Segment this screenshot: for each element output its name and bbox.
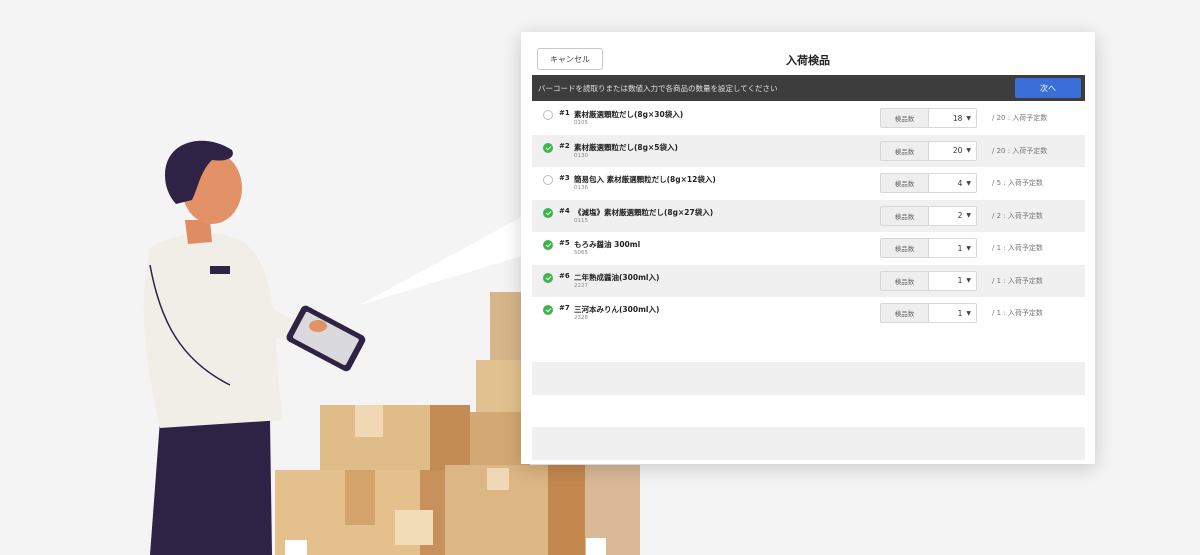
list-item: #7 三河本みりん(300ml入) 2328 検品数 1 ▼ / 1 : 入荷予定… (532, 297, 1085, 330)
page-title: 入荷検品 (786, 54, 830, 67)
list-item: #1 素材厳選顆粒だし(8g×30袋入) 0105 検品数 18 ▼ / 20 :… (532, 102, 1085, 135)
item-name: もろみ醤油 300ml (574, 240, 641, 249)
item-number: #2 (559, 141, 570, 150)
empty-circle-icon (543, 175, 553, 185)
quantity-value: 1 (957, 276, 963, 285)
quantity-select[interactable]: 1 ▼ (929, 303, 977, 323)
quantity-value: 2 (957, 211, 963, 220)
list-item: #4 《減塩》素材厳選顆粒だし(8g×27袋入) 0115 検品数 2 ▼ / 2… (532, 199, 1085, 232)
planned-quantity: / 20 : 入荷予定数 (992, 146, 1048, 155)
panel-header: キャンセル 入荷検品 (521, 32, 1095, 74)
caret-down-icon: ▼ (966, 212, 971, 219)
item-name: 二年熟成醤油(300ml入) (574, 272, 660, 282)
list-item: #6 二年熟成醤油(300ml入) 2227 検品数 1 ▼ / 1 : 入荷予定… (532, 264, 1085, 297)
inspect-count-label: 検品数 (880, 140, 929, 161)
quantity-select[interactable]: 1 ▼ (929, 270, 977, 291)
inspect-count-label: 検品数 (880, 108, 929, 128)
empty-circle-icon (543, 110, 553, 120)
quantity-select[interactable]: 20 ▼ (929, 140, 977, 161)
quantity-value: 1 (957, 308, 963, 318)
quantity-select[interactable]: 1 ▼ (929, 238, 977, 258)
caret-down-icon: ▼ (966, 147, 971, 154)
item-code: 2328 (574, 315, 588, 321)
item-name: 《減塩》素材厳選顆粒だし(8g×27袋入) (574, 207, 714, 217)
planned-quantity: / 1 : 入荷予定数 (992, 276, 1043, 285)
planned-quantity: / 1 : 入荷予定数 (992, 309, 1043, 317)
caret-down-icon: ▼ (966, 114, 971, 122)
item-number: #3 (559, 174, 570, 182)
inspection-panel: キャンセル 入荷検品 バーコードを読取りまたは数値入力で各商品の数量を設定してく… (521, 32, 1095, 464)
empty-row (532, 427, 1085, 460)
scan-message: バーコードを読取りまたは数値入力で各商品の数量を設定してください (538, 83, 778, 93)
inspect-count-label: 検品数 (880, 303, 929, 323)
quantity-select[interactable]: 2 ▼ (929, 205, 977, 226)
planned-quantity: / 5 : 入荷予定数 (992, 179, 1043, 187)
scan-instruction-bar: バーコードを読取りまたは数値入力で各商品の数量を設定してください 次へ (532, 75, 1085, 101)
inspect-count-label: 検品数 (880, 238, 929, 258)
item-code: 0105 (574, 120, 588, 126)
item-number: #1 (559, 109, 570, 117)
empty-row (532, 330, 1085, 363)
planned-quantity: / 2 : 入荷予定数 (992, 211, 1043, 220)
planned-quantity: / 1 : 入荷予定数 (992, 244, 1043, 252)
caret-down-icon: ▼ (966, 244, 971, 252)
caret-down-icon: ▼ (966, 277, 971, 284)
item-code: 0115 (574, 217, 588, 224)
item-name: 素材厳選顆粒だし(8g×5袋入) (574, 142, 678, 152)
caret-down-icon: ▼ (966, 309, 971, 317)
item-code: 0136 (574, 185, 588, 191)
quantity-value: 20 (952, 146, 963, 155)
inspect-count-label: 検品数 (880, 173, 929, 193)
item-number: #7 (559, 304, 570, 312)
inspect-count-label: 検品数 (880, 270, 929, 291)
empty-row (532, 362, 1085, 395)
item-code: 0130 (574, 152, 588, 159)
quantity-value: 18 (952, 113, 963, 123)
empty-row (532, 395, 1085, 428)
item-number: #6 (559, 271, 570, 280)
caret-down-icon: ▼ (966, 179, 971, 187)
item-list: #1 素材厳選顆粒だし(8g×30袋入) 0105 検品数 18 ▼ / 20 :… (532, 102, 1085, 460)
item-code: 2227 (574, 282, 588, 289)
item-name: 素材厳選顆粒だし(8g×30袋入) (574, 110, 684, 119)
inspect-count-label: 検品数 (880, 205, 929, 226)
list-item: #5 もろみ醤油 300ml 5065 検品数 1 ▼ / 1 : 入荷予定数 (532, 232, 1085, 265)
list-item: #3 簡易包入 素材厳選顆粒だし(8g×12袋入) 0136 検品数 4 ▼ / … (532, 167, 1085, 200)
check-circle-icon (543, 240, 553, 250)
planned-quantity: / 20 : 入荷予定数 (992, 114, 1048, 122)
check-circle-icon (543, 305, 553, 315)
quantity-select[interactable]: 4 ▼ (929, 173, 977, 193)
speech-pointer (360, 215, 525, 305)
quantity-select[interactable]: 18 ▼ (929, 108, 977, 128)
quantity-value: 1 (957, 243, 963, 253)
check-circle-icon (543, 272, 553, 283)
item-number: #5 (559, 239, 570, 247)
check-circle-icon (543, 207, 553, 218)
item-name: 簡易包入 素材厳選顆粒だし(8g×12袋入) (574, 175, 716, 184)
check-circle-icon (543, 142, 553, 153)
item-number: #4 (559, 206, 570, 215)
item-code: 5065 (574, 250, 588, 256)
list-item: #2 素材厳選顆粒だし(8g×5袋入) 0130 検品数 20 ▼ / 20 : … (532, 134, 1085, 167)
item-name: 三河本みりん(300ml入) (574, 305, 660, 314)
next-button[interactable]: 次へ (1015, 78, 1081, 98)
quantity-value: 4 (957, 178, 963, 188)
